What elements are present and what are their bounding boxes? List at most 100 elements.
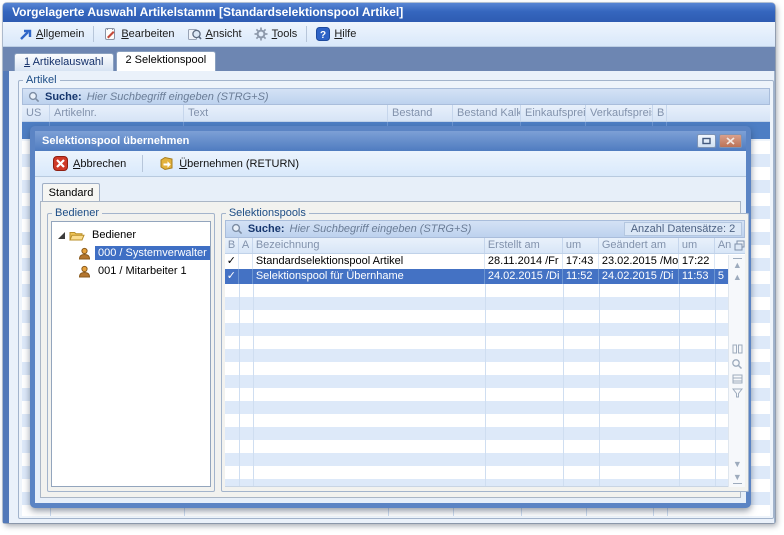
artikel-search-input[interactable]: Suche: Hier Suchbegriff eingeben (STRG+S… [22,88,770,105]
column-header-bestand-kalk[interactable]: Bestand Kalk. [453,105,521,121]
menu-ansicht[interactable]: Ansicht [181,25,248,43]
search-icon [231,223,243,235]
erstellt-um-cell: 11:52 [563,269,599,284]
tree-root-bediener[interactable]: Bediener [52,226,210,244]
columns-icon[interactable] [732,344,743,354]
tree-root-label: Bediener [89,228,139,242]
filter-icon[interactable] [732,388,743,398]
menu-hilfe[interactable]: ? Hilfe [310,25,362,43]
table-icon[interactable] [732,374,743,384]
menu-tools-label: Tools [272,28,298,40]
bediener-group-label: Bediener [52,207,102,219]
scroll-down-button[interactable]: ▼ [733,458,742,471]
menu-tools[interactable]: Tools [248,25,304,43]
dialog-toolbar: Abbrechen Übernehmen (RETURN) [35,151,746,177]
dialog-body: Standard Bediener Bediener [35,177,746,503]
menubar: Allgemein Bearbeiten Ansicht Tools [3,22,775,47]
dialog-window: Selektionspool übernehmen Abbrechen [30,126,751,508]
artikel-group-label: Artikel [23,74,60,86]
column-header-bestand[interactable]: Bestand [388,105,453,121]
restore-icon [702,137,711,145]
main-titlebar[interactable]: Vorgelagerte Auswahl Artikelstamm [Stand… [3,3,775,22]
column-header-geaendert-am[interactable]: Geändert am [599,238,679,253]
artikel-search-placeholder: Hier Suchbegriff eingeben (STRG+S) [87,91,269,103]
column-header-b[interactable]: B [653,105,667,121]
geaendert-um-cell: 17:22 [679,254,715,269]
bezeichnung-cell: Standardselektionspool Artikel [253,254,485,269]
selektionspools-group: Selektionspools Suche: Hier Suchbegriff … [221,207,749,492]
dialog-title: Selektionspool übernehmen [42,135,189,147]
menu-ansicht-label: Ansicht [206,28,242,40]
dialog-panel: Bediener Bediener [40,201,741,498]
svg-text:?: ? [320,30,326,41]
search-icon [28,91,40,103]
menu-bearbeiten-label: Bearbeiten [121,28,174,40]
pools-search-input[interactable]: Suche: Hier Suchbegriff eingeben (STRG+S… [225,220,745,238]
tree-item-label: 000 / Systemverwalter [95,246,210,260]
arrow-up-right-icon [19,28,32,41]
column-header-erstellt-um[interactable]: um [563,238,599,253]
pool-row-standardselektionspool[interactable]: ✓ Standardselektionspool Artikel 28.11.2… [225,254,745,269]
column-header-us[interactable]: US [22,105,50,121]
bediener-group: Bediener Bediener [47,207,215,492]
tree-item-mitarbeiter1[interactable]: 001 / Mitarbeiter 1 [52,262,210,280]
user-icon [78,265,91,278]
geaendert-um-cell: 11:53 [679,269,715,284]
a-cell [239,269,253,284]
artikel-search-label: Suche: [45,91,82,103]
close-button[interactable] [719,134,742,148]
geaendert-am-cell: 24.02.2015 /Di [599,269,679,284]
tab-selektionspool[interactable]: 2 Selektionspool [116,51,217,71]
column-header-text[interactable]: Text [184,105,388,121]
erstellt-am-cell: 24.02.2015 /Di [485,269,563,284]
column-header-erstellt-am[interactable]: Erstellt am [485,238,563,253]
pool-row-uebernahme[interactable]: ✓ Selektionspool für Übernhame 24.02.201… [225,269,745,284]
main-window-title: Vorgelagerte Auswahl Artikelstamm [Stand… [12,5,403,19]
pools-table-header: B A Bezeichnung Erstellt am um Geändert … [225,238,745,254]
column-header-geaendert-um[interactable]: um [679,238,715,253]
bediener-tree: Bediener 000 / Systemverwalter [51,221,211,487]
column-header-bezeichnung[interactable]: Bezeichnung [253,238,485,253]
pools-table-body[interactable] [225,284,745,487]
erstellt-um-cell: 17:43 [563,254,599,269]
scroll-to-top-button[interactable]: ▲ [733,258,742,271]
column-header-verkaufspreis[interactable]: Verkaufspreis [586,105,653,121]
menu-separator [306,26,307,42]
folder-open-icon [69,229,85,242]
tree-expander-icon[interactable] [58,232,65,239]
uebernehmen-icon [159,156,174,171]
checked-cell: ✓ [225,269,239,284]
tree-item-systemverwalter[interactable]: 000 / Systemverwalter [52,244,210,262]
grid-scroll-strip: ▲ ▲ [728,255,745,487]
screen: Vorgelagerte Auswahl Artikelstamm [Stand… [0,0,784,535]
tree-item-label: 001 / Mitarbeiter 1 [95,264,190,278]
tab-artikelauswahl[interactable]: 1 Artikelauswahl [14,53,114,71]
uebernehmen-button[interactable]: Übernehmen (RETURN) [153,154,305,173]
user-icon [78,247,91,260]
a-cell [239,254,253,269]
uebernehmen-button-label: Übernehmen (RETURN) [179,158,299,170]
menu-separator [93,26,94,42]
dialog-titlebar[interactable]: Selektionspool übernehmen [35,131,746,151]
tab-standard[interactable]: Standard [42,183,100,201]
cancel-button[interactable]: Abbrechen [47,154,132,173]
menu-bearbeiten[interactable]: Bearbeiten [97,25,180,43]
geaendert-am-cell: 23.02.2015 /Mo [599,254,679,269]
column-header-einkaufspreis[interactable]: Einkaufspreis [521,105,586,121]
column-header-artikelnr[interactable]: Artikelnr. [50,105,184,121]
column-header-a[interactable]: A [239,238,253,253]
scroll-up-button[interactable]: ▲ [733,271,742,284]
menu-hilfe-label: Hilfe [334,28,356,40]
restore-button[interactable] [697,134,716,148]
menu-allgemein[interactable]: Allgemein [13,26,90,43]
grid-search-icon[interactable] [731,358,743,370]
column-header-b[interactable]: B [225,238,239,253]
selektionspools-group-label: Selektionspools [226,207,309,219]
scroll-to-bottom-button[interactable]: ▼ [733,471,742,484]
erstellt-am-cell: 28.11.2014 /Fr [485,254,563,269]
pools-search-label: Suche: [248,223,285,235]
menu-allgemein-label: Allgemein [36,28,84,40]
column-header-an[interactable]: An [715,238,745,253]
record-count-badge: Anzahl Datensätze: 2 [624,222,743,236]
close-icon [726,137,735,145]
